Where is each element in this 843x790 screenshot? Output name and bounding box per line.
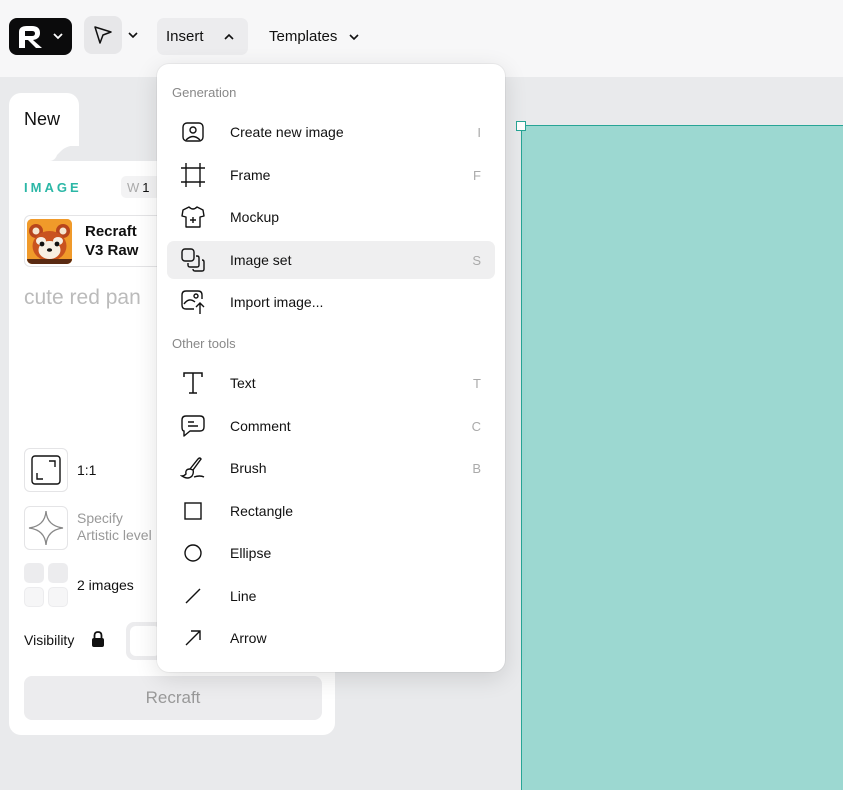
brush-icon [180, 457, 205, 479]
select-tool-button[interactable] [84, 16, 122, 54]
model-thumbnail [27, 219, 72, 264]
line-icon [185, 588, 201, 604]
chevron-down-icon[interactable] [126, 28, 140, 42]
width-value: 1 [142, 180, 150, 195]
insert-menu-button[interactable]: Insert [157, 18, 248, 55]
image-count-label: 2 images [77, 577, 134, 593]
shortcut-key: T [473, 376, 481, 391]
ellipse-icon [184, 544, 202, 562]
menu-item-create-new-image[interactable]: Create new image I [167, 113, 495, 151]
menu-section-generation: Generation [172, 85, 237, 100]
insert-label: Insert [166, 28, 204, 45]
menu-section-other-tools: Other tools [172, 336, 236, 351]
shortcut-key: C [471, 419, 481, 434]
menu-item-label: Import image... [230, 294, 324, 310]
text-icon [183, 372, 203, 394]
menu-item-import-image[interactable]: Import image... [167, 283, 495, 321]
menu-item-label: Ellipse [230, 545, 272, 561]
artistic-level-label: Specify Artistic level [77, 510, 152, 544]
menu-item-frame[interactable]: Frame F [167, 156, 495, 194]
templates-label: Templates [269, 28, 338, 45]
cursor-icon [94, 26, 112, 44]
recraft-generate-button[interactable]: Recraft [24, 676, 322, 720]
menu-item-label: Rectangle [230, 503, 294, 519]
shortcut-key: I [477, 125, 481, 140]
prompt-input[interactable]: cute red pan [24, 286, 141, 310]
artistic-level-line1: Specify [77, 510, 123, 526]
aspect-ratio-button[interactable] [24, 448, 68, 492]
menu-item-arrow[interactable]: Arrow [167, 619, 495, 657]
menu-item-label: Text [230, 375, 256, 391]
menu-item-label: Create new image [230, 124, 344, 140]
shortcut-key: B [472, 461, 481, 476]
canvas-frame[interactable] [521, 125, 843, 790]
image-icon [182, 122, 204, 142]
menu-item-brush[interactable]: Brush B [167, 449, 495, 487]
menu-item-rectangle[interactable]: Rectangle [167, 492, 495, 530]
width-field[interactable]: W1 [121, 176, 161, 198]
aspect-ratio-icon [31, 455, 61, 485]
menu-item-label: Frame [230, 167, 271, 183]
artistic-level-button[interactable] [24, 506, 68, 550]
frame-icon [181, 163, 205, 187]
menu-item-label: Line [230, 588, 257, 604]
menu-item-label: Comment [230, 418, 291, 434]
menu-item-comment[interactable]: Comment C [167, 407, 495, 445]
comment-icon [181, 415, 205, 437]
import-image-icon [181, 290, 205, 314]
tab-new[interactable]: New [9, 93, 79, 146]
rectangle-icon [184, 502, 202, 520]
arrow-icon [185, 630, 201, 646]
image-count-button[interactable] [24, 563, 68, 607]
resize-handle[interactable] [516, 121, 526, 131]
chevron-down-icon [349, 33, 359, 40]
templates-menu-button[interactable]: Templates [269, 18, 360, 55]
visibility-label: Visibility [24, 632, 75, 648]
shortcut-key: F [473, 168, 481, 183]
chevron-down-icon [53, 33, 63, 40]
red-panda-image [27, 219, 72, 264]
menu-item-mockup[interactable]: Mockup [167, 198, 495, 236]
menu-item-label: Image set [230, 252, 292, 268]
menu-item-label: Arrow [230, 630, 267, 646]
artistic-level-line2: Artistic level [77, 527, 152, 543]
menu-item-label: Brush [230, 460, 267, 476]
width-label: W [127, 180, 140, 195]
lock-icon [92, 631, 104, 647]
chevron-up-icon [224, 33, 234, 40]
app-menu-button[interactable] [9, 18, 72, 55]
menu-item-label: Mockup [230, 209, 280, 225]
model-name: Recraft V3 Raw [85, 223, 139, 259]
image-set-icon [181, 248, 205, 272]
tab-new-label: New [24, 109, 61, 129]
aspect-ratio-label: 1:1 [77, 462, 97, 478]
menu-item-text[interactable]: Text T [167, 364, 495, 402]
tab-connector [9, 145, 79, 161]
menu-item-image-set[interactable]: Image set S [167, 241, 495, 279]
menu-item-line[interactable]: Line [167, 577, 495, 615]
menu-item-ellipse[interactable]: Ellipse [167, 534, 495, 572]
shortcut-key: S [472, 253, 481, 268]
recraft-logo-icon [19, 25, 42, 48]
section-label-image: IMAGE [24, 180, 82, 195]
sparkle-icon [28, 510, 64, 546]
tshirt-icon [181, 206, 205, 228]
